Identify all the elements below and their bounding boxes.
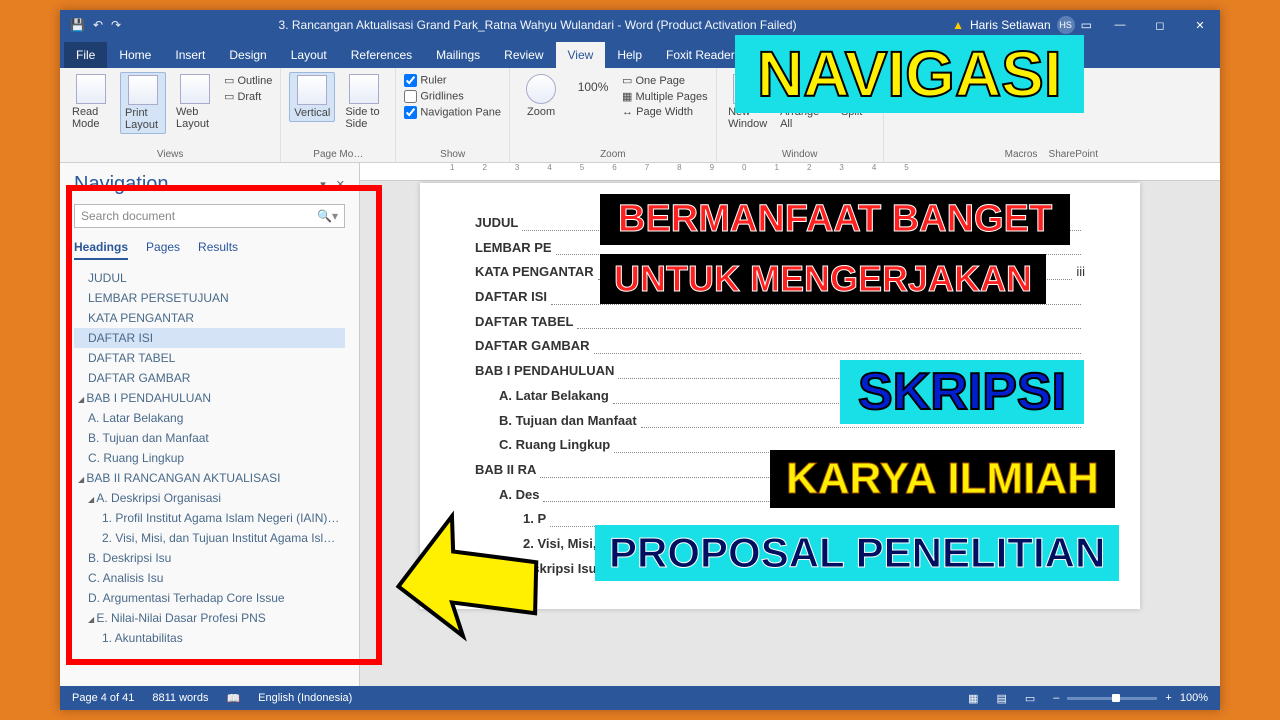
tab-file[interactable]: File — [64, 42, 107, 68]
navigation-pane: Navigation ▾ ✕ Search document 🔍▾ Headin… — [60, 163, 360, 686]
nav-tab-pages[interactable]: Pages — [146, 240, 180, 260]
horizontal-ruler[interactable]: 123456789012345 — [360, 163, 1220, 181]
headings-tree: JUDULLEMBAR PERSETUJUANKATA PENGANTARDAF… — [74, 268, 345, 676]
heading-item[interactable]: JUDUL — [74, 268, 345, 288]
overlay-line2: UNTUK MENGERJAKAN — [600, 254, 1046, 304]
view-web-icon[interactable]: ▭ — [1025, 692, 1035, 705]
page-indicator[interactable]: Page 4 of 41 — [72, 692, 134, 704]
spell-check-icon[interactable]: 📖 — [226, 692, 240, 705]
heading-item[interactable]: B. Deskripsi Isu — [74, 548, 345, 568]
draft-button[interactable]: ▭ Draft — [224, 90, 272, 103]
heading-item[interactable]: 1. Profil Institut Agama Islam Negeri (I… — [74, 508, 345, 528]
heading-item[interactable]: BAB I PENDAHULUAN — [74, 388, 345, 408]
tab-design[interactable]: Design — [217, 42, 278, 68]
hundred-percent-button[interactable]: 100% — [570, 72, 616, 96]
tab-home[interactable]: Home — [107, 42, 163, 68]
print-layout-button[interactable]: Print Layout — [120, 72, 166, 134]
nav-tab-headings[interactable]: Headings — [74, 240, 128, 260]
heading-item[interactable]: 2. Visi, Misi, dan Tujuan Institut Agama… — [74, 528, 345, 548]
tab-review[interactable]: Review — [492, 42, 555, 68]
multiple-pages-button[interactable]: ▦ Multiple Pages — [622, 90, 708, 103]
group-views: Read Mode Print Layout Web Layout ▭ Outl… — [60, 68, 281, 162]
search-icon: 🔍▾ — [317, 209, 338, 223]
group-page-movement: Vertical Side to Side Page Mo… — [281, 68, 396, 162]
heading-item[interactable]: KATA PENGANTAR — [74, 308, 345, 328]
nav-tabs: Headings Pages Results — [74, 240, 345, 260]
minimize-button[interactable]: — — [1100, 10, 1140, 40]
group-label: Page Mo… — [289, 147, 387, 160]
heading-item[interactable]: DAFTAR TABEL — [74, 348, 345, 368]
heading-item[interactable]: 1. Akuntabilitas — [74, 628, 345, 648]
heading-item[interactable]: A. Deskripsi Organisasi — [74, 488, 345, 508]
nav-search-input[interactable]: Search document 🔍▾ — [74, 204, 345, 228]
group-show: Ruler Gridlines Navigation Pane Show — [396, 68, 510, 162]
one-page-button[interactable]: ▭ One Page — [622, 74, 708, 87]
user-area: ▲ Haris Setiawan HS ▭ — [944, 16, 1100, 34]
tab-references[interactable]: References — [339, 42, 424, 68]
zoom-button[interactable]: Zoom — [518, 72, 564, 120]
tab-mailings[interactable]: Mailings — [424, 42, 492, 68]
group-label: Views — [68, 147, 272, 160]
status-bar: Page 4 of 41 8811 words 📖 English (Indon… — [60, 686, 1220, 710]
overlay-line1: BERMANFAAT BANGET — [600, 194, 1070, 245]
heading-item[interactable]: D. Argumentasi Terhadap Core Issue — [74, 588, 345, 608]
group-zoom: Zoom 100% ▭ One Page ▦ Multiple Pages ↔ … — [510, 68, 717, 162]
nav-tab-results[interactable]: Results — [198, 240, 238, 260]
vertical-button[interactable]: Vertical — [289, 72, 335, 122]
zoom-slider[interactable]: –+ 100% — [1053, 692, 1208, 704]
ribbon-options-icon[interactable]: ▭ — [1081, 18, 1092, 32]
nav-close-icon[interactable]: ✕ — [336, 178, 345, 191]
view-print-icon[interactable]: ▦ — [968, 692, 978, 705]
redo-icon[interactable]: ↷ — [111, 18, 121, 32]
warning-icon: ▲ — [952, 18, 964, 32]
word-count[interactable]: 8811 words — [152, 692, 208, 704]
avatar[interactable]: HS — [1057, 16, 1075, 34]
gridlines-checkbox[interactable]: Gridlines — [404, 90, 501, 103]
language-indicator[interactable]: English (Indonesia) — [258, 692, 352, 704]
overlay-proposal: PROPOSAL PENELITIAN — [595, 525, 1119, 581]
close-button[interactable]: ✕ — [1180, 10, 1220, 40]
read-mode-button[interactable]: Read Mode — [68, 72, 114, 132]
save-icon[interactable]: 💾 — [70, 18, 85, 32]
maximize-button[interactable]: ◻ — [1140, 10, 1180, 40]
outline-button[interactable]: ▭ Outline — [224, 74, 272, 87]
view-read-icon[interactable]: ▤ — [996, 692, 1006, 705]
tab-insert[interactable]: Insert — [163, 42, 217, 68]
page-width-button[interactable]: ↔ Page Width — [622, 106, 708, 118]
heading-item[interactable]: A. Latar Belakang — [74, 408, 345, 428]
tab-help[interactable]: Help — [605, 42, 654, 68]
window-buttons: — ◻ ✕ — [1100, 10, 1220, 40]
overlay-skripsi: SKRIPSI — [840, 360, 1084, 424]
ruler-checkbox[interactable]: Ruler — [404, 74, 501, 87]
nav-title: Navigation — [74, 173, 169, 196]
heading-item[interactable]: DAFTAR ISI — [74, 328, 345, 348]
heading-item[interactable]: DAFTAR GAMBAR — [74, 368, 345, 388]
navigation-pane-checkbox[interactable]: Navigation Pane — [404, 106, 501, 119]
zoom-percent[interactable]: 100% — [1180, 692, 1208, 704]
tab-view[interactable]: View — [556, 42, 606, 68]
web-layout-button[interactable]: Web Layout — [172, 72, 218, 132]
overlay-navigasi: NAVIGASI — [735, 35, 1084, 113]
group-label: Show — [404, 147, 501, 160]
heading-item[interactable]: B. Tujuan dan Manfaat — [74, 428, 345, 448]
nav-menu-icon[interactable]: ▾ — [320, 178, 326, 191]
nav-search-placeholder: Search document — [81, 209, 175, 223]
heading-item[interactable]: LEMBAR PERSETUJUAN — [74, 288, 345, 308]
user-name: Haris Setiawan — [970, 18, 1051, 32]
heading-item[interactable]: BAB II RANCANGAN AKTUALISASI — [74, 468, 345, 488]
heading-item[interactable]: C. Analisis Isu — [74, 568, 345, 588]
document-title: 3. Rancangan Aktualisasi Grand Park_Ratn… — [131, 18, 944, 32]
overlay-karya: KARYA ILMIAH — [770, 450, 1115, 508]
quick-access-toolbar: 💾 ↶ ↷ — [60, 18, 131, 32]
side-to-side-button[interactable]: Side to Side — [341, 72, 387, 132]
tab-layout[interactable]: Layout — [279, 42, 339, 68]
heading-item[interactable]: C. Ruang Lingkup — [74, 448, 345, 468]
heading-item[interactable]: E. Nilai-Nilai Dasar Profesi PNS — [74, 608, 345, 628]
undo-icon[interactable]: ↶ — [93, 18, 103, 32]
group-label: Zoom — [518, 147, 708, 160]
group-label: Window — [725, 147, 875, 160]
